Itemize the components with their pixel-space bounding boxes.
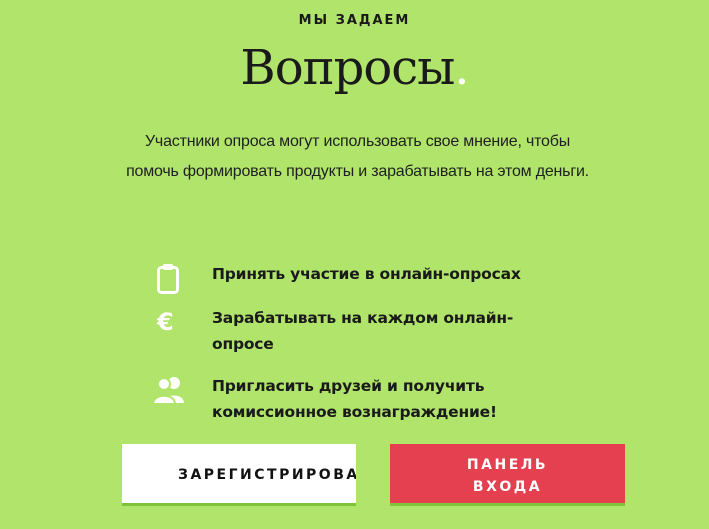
intro-paragraph: Участники опроса могут использовать свое… bbox=[126, 133, 589, 180]
clipboard-icon bbox=[150, 261, 190, 297]
page-title: Вопросы. bbox=[0, 36, 709, 100]
section-eyebrow: МЫ ЗАДАЕМ bbox=[298, 13, 411, 28]
login-panel-button[interactable]: ПАНЕЛЬ ВХОДА bbox=[390, 444, 625, 506]
euro-icon: € bbox=[150, 305, 190, 341]
register-button[interactable]: ЗАРЕГИСТРИРОВАТЬСЯ bbox=[122, 444, 356, 506]
feature-text: Зарабатывать на каждом онлайн-опросе bbox=[212, 309, 514, 353]
feature-text: Принять участие в онлайн-опросах bbox=[212, 265, 521, 283]
feature-item-invite: Пригласить друзей и получить комиссионно… bbox=[150, 373, 580, 433]
feature-text: Пригласить друзей и получить комиссионно… bbox=[212, 377, 497, 421]
svg-text:€: € bbox=[156, 308, 174, 336]
feature-item-earn: € Зарабатывать на каждом онлайн-опросе bbox=[150, 305, 580, 365]
page: МЫ ЗАДАЕМ Вопросы. Участники опроса могу… bbox=[0, 0, 709, 529]
users-icon bbox=[150, 373, 190, 409]
page-title-dot: . bbox=[454, 40, 469, 96]
page-title-text: Вопросы bbox=[240, 40, 455, 96]
